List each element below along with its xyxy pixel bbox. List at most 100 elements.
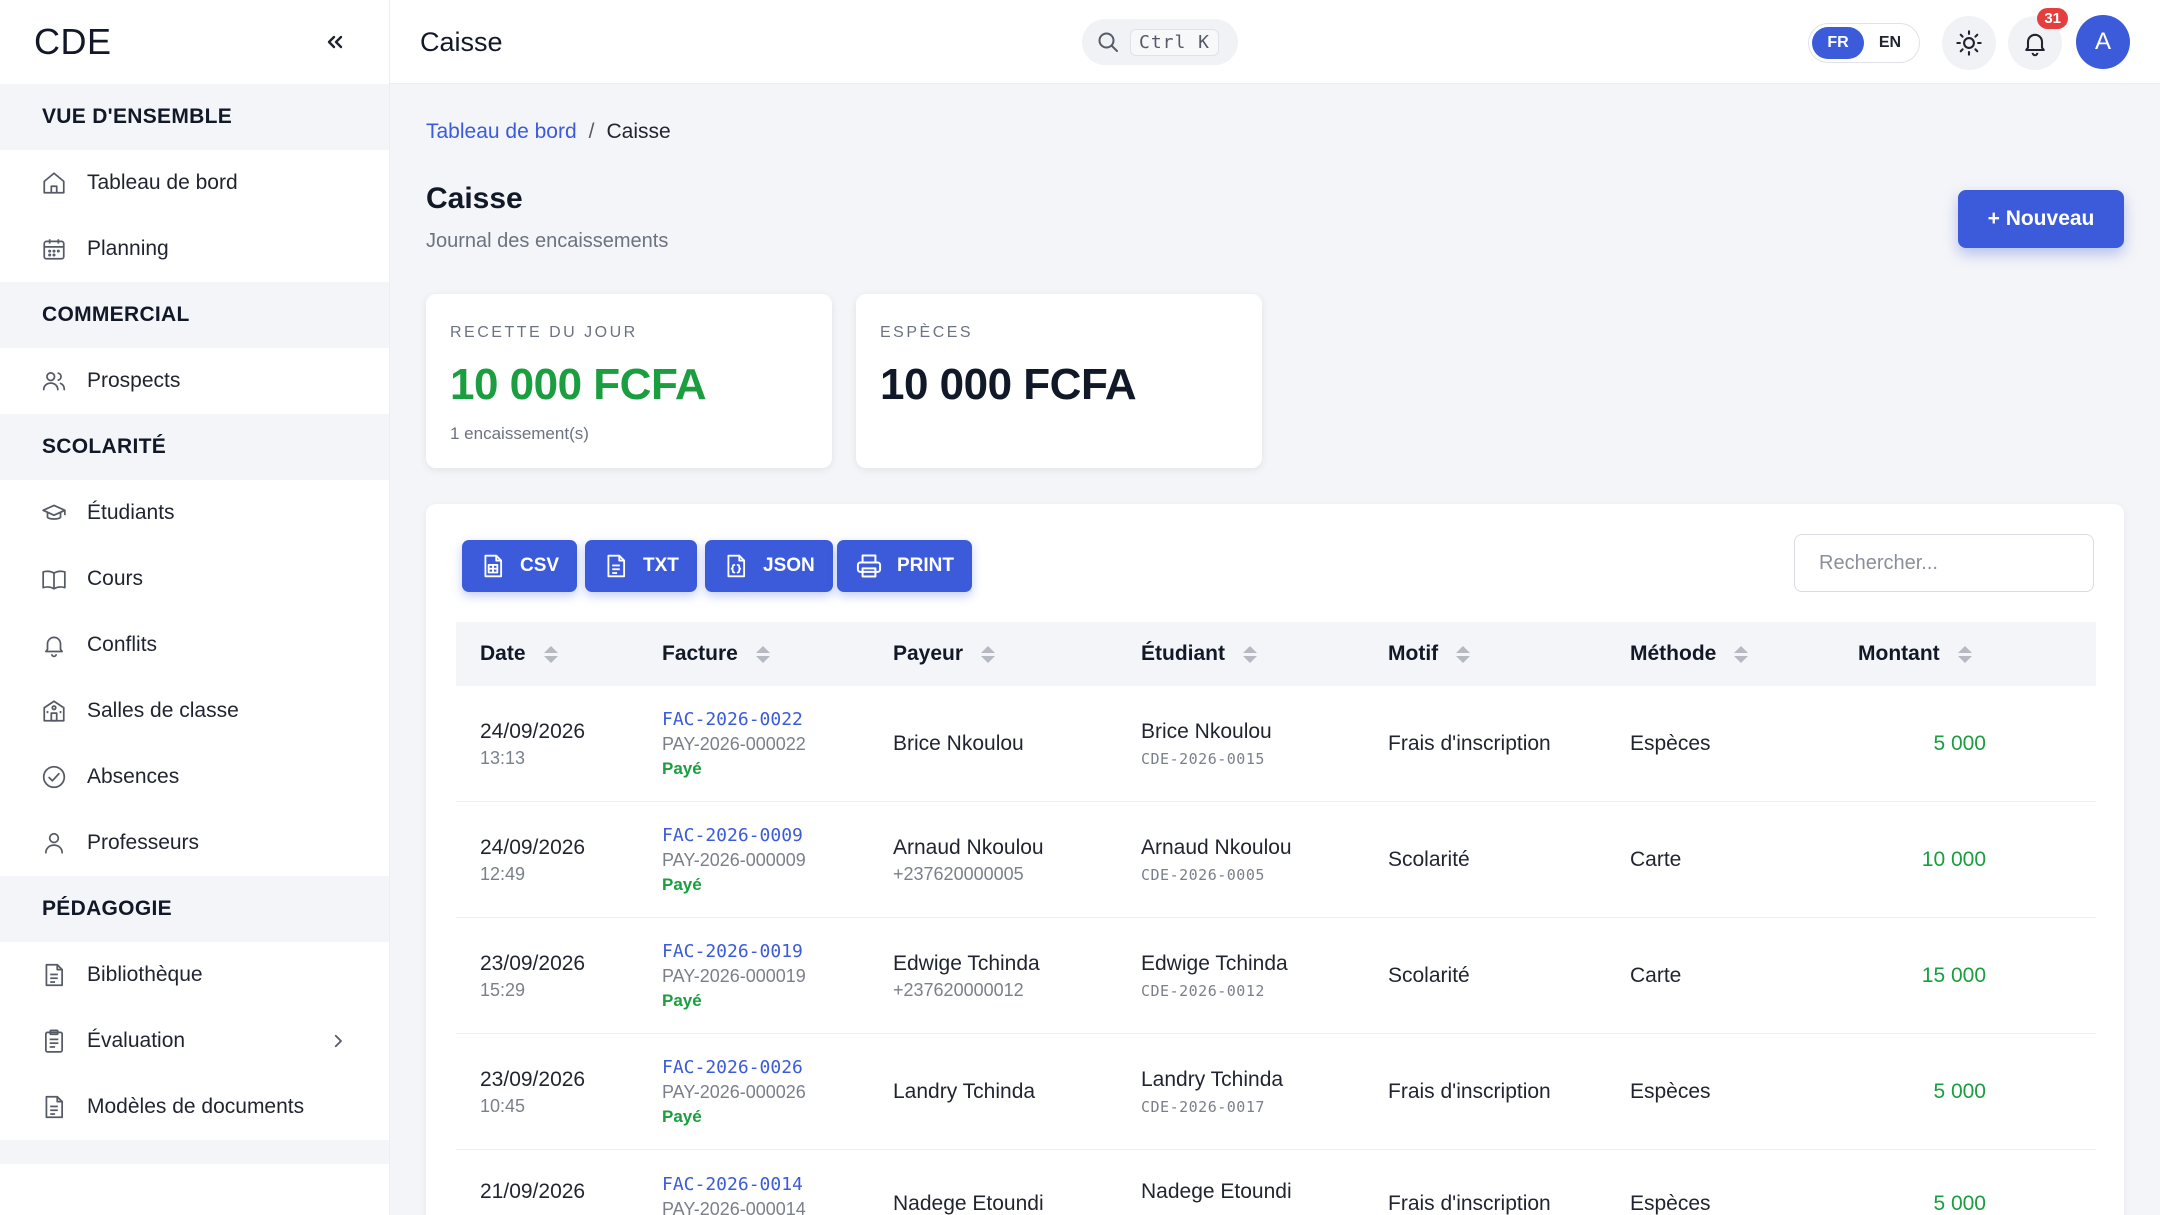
- method-value: Espèces: [1630, 1080, 1711, 1103]
- cell-payeur: Landry Tchinda: [893, 1034, 1035, 1150]
- student-code: CDE-2026-0012: [1141, 982, 1265, 1000]
- table-row: 24/09/2026 13:13 FAC-2026-0022 PAY-2026-00…: [456, 686, 2096, 802]
- date-value: 24/09/2026: [480, 719, 586, 743]
- payer-name: Edwige Tchinda: [893, 951, 1040, 975]
- export-csv-button[interactable]: CSV: [462, 540, 578, 592]
- sidebar-item-bibliotheque[interactable]: Bibliothèque: [0, 942, 389, 1008]
- student-code: CDE-2026-0017: [1141, 1098, 1265, 1116]
- lang-en-button[interactable]: EN: [1864, 27, 1916, 59]
- cell-montant: 5 000: [1858, 686, 1986, 802]
- payer-phone: +237620000005: [893, 863, 1024, 884]
- sidebar-item-modeles-de-documents[interactable]: Modèles de documents: [0, 1074, 389, 1140]
- cell-date: 24/09/2026 12:49: [480, 802, 585, 918]
- sidebar-item-planning[interactable]: Planning: [0, 216, 389, 282]
- sidebar-item-evaluation[interactable]: Évaluation: [0, 1008, 389, 1074]
- sort-icon: [1243, 645, 1257, 663]
- sidebar-item-label: Prospects: [87, 369, 181, 392]
- export-txt-label: TXT: [643, 555, 679, 576]
- motif-value: Frais d'inscription: [1388, 732, 1551, 755]
- column-header-motif[interactable]: Motif: [1388, 622, 1471, 686]
- method-value: Espèces: [1630, 1192, 1711, 1215]
- column-header-facture[interactable]: Facture: [662, 622, 770, 686]
- time-value: 10:45: [480, 1095, 526, 1116]
- notifications-button[interactable]: 31: [2008, 8, 2068, 70]
- cell-payeur: Arnaud Nkoulou +237620000005: [893, 802, 1044, 918]
- export-json-button[interactable]: JSON: [705, 540, 833, 592]
- language-toggle[interactable]: FR EN: [1808, 23, 1920, 63]
- cell-date: 23/09/2026 10:45: [480, 1034, 585, 1150]
- status-badge: Payé: [662, 991, 702, 1010]
- stat-card-recette: RECETTE DU JOUR 10 000 FCFA 1 encaisseme…: [426, 294, 832, 468]
- column-header-montant[interactable]: Montant: [1858, 622, 1972, 686]
- printer-icon: [856, 554, 882, 578]
- date-value: 24/09/2026: [480, 835, 586, 859]
- column-header-payeur[interactable]: Payeur: [893, 622, 996, 686]
- invoice-link[interactable]: FAC-2026-0019: [662, 941, 806, 962]
- check-circle-icon: [40, 763, 68, 791]
- column-label: Montant: [1858, 642, 1940, 665]
- student-code: CDE-2026-0005: [1141, 866, 1265, 884]
- book-icon: [40, 565, 68, 593]
- column-header-date[interactable]: Date: [480, 622, 558, 686]
- calendar-icon: [40, 235, 68, 263]
- payment-ref: PAY-2026-000026: [662, 1082, 806, 1102]
- cell-methode: Carte: [1630, 918, 1681, 1034]
- sidebar-item-conflits[interactable]: Conflits: [0, 612, 389, 678]
- sidebar-item-label: Tableau de bord: [87, 171, 238, 194]
- invoice-link[interactable]: FAC-2026-0014: [662, 1174, 806, 1195]
- export-csv-label: CSV: [520, 555, 560, 576]
- new-button[interactable]: + Nouveau: [1958, 190, 2124, 248]
- sort-icon: [1456, 645, 1471, 663]
- cell-payeur: Nadege Etoundi: [893, 1150, 1044, 1215]
- column-label: Payeur: [893, 642, 964, 665]
- method-value: Carte: [1630, 848, 1682, 871]
- print-label: PRINT: [897, 555, 954, 576]
- command-search-button[interactable]: Ctrl K: [1082, 19, 1238, 65]
- cell-etudiant: Landry Tchinda CDE-2026-0017: [1141, 1034, 1283, 1150]
- sidebar-item-label: Professeurs: [87, 831, 200, 854]
- column-header-etudiant[interactable]: Étudiant: [1141, 622, 1257, 686]
- sidebar-item-cours[interactable]: Cours: [0, 546, 389, 612]
- cell-facture: FAC-2026-0009 PAY-2026-000009 Payé: [662, 802, 806, 918]
- sidebar-item-absences[interactable]: Absences: [0, 744, 389, 810]
- date-value: 23/09/2026: [480, 1067, 586, 1091]
- invoice-link[interactable]: FAC-2026-0026: [662, 1057, 806, 1078]
- theme-toggle-button[interactable]: [1942, 16, 1996, 70]
- sidebar-item-professeurs[interactable]: Professeurs: [0, 810, 389, 876]
- txt-file-icon: [607, 554, 626, 578]
- sidebar-item-salles-de-classe[interactable]: Salles de classe: [0, 678, 389, 744]
- sidebar-item-etudiants[interactable]: Étudiants: [0, 480, 389, 546]
- breadcrumb-separator: /: [588, 120, 595, 143]
- invoice-link[interactable]: FAC-2026-0009: [662, 825, 806, 846]
- print-button[interactable]: PRINT: [837, 540, 972, 592]
- status-badge: Payé: [662, 759, 702, 778]
- table-search-input[interactable]: [1794, 534, 2094, 592]
- csv-file-icon: [484, 554, 503, 578]
- avatar[interactable]: A: [2076, 15, 2130, 69]
- cell-etudiant: Nadege Etoundi: [1141, 1150, 1292, 1215]
- sidebar-item-prospects[interactable]: Prospects: [0, 348, 389, 414]
- student-name: Brice Nkoulou: [1141, 720, 1272, 743]
- student-name: Landry Tchinda: [1141, 1068, 1284, 1091]
- cell-payeur: Brice Nkoulou: [893, 686, 1024, 802]
- column-header-methode[interactable]: Méthode: [1630, 622, 1749, 686]
- column-label: Étudiant: [1141, 642, 1225, 665]
- header-title: Caisse: [420, 26, 503, 57]
- lang-fr-button[interactable]: FR: [1812, 27, 1864, 59]
- clipboard-icon: [40, 1027, 68, 1055]
- export-txt-button[interactable]: TXT: [585, 540, 697, 592]
- sidebar-item-tableau-de-bord[interactable]: Tableau de bord: [0, 150, 389, 216]
- payer-name: Arnaud Nkoulou: [893, 835, 1044, 859]
- cell-date: 21/09/2026: [480, 1150, 585, 1215]
- page-subtitle: Journal des encaissements: [426, 230, 669, 252]
- cell-montant: 5 000: [1858, 1150, 1986, 1215]
- sort-icon: [755, 645, 770, 663]
- breadcrumb-home-link[interactable]: Tableau de bord: [426, 120, 577, 144]
- sidebar-divider: [0, 1140, 389, 1164]
- cell-facture: FAC-2026-0019 PAY-2026-000019 Payé: [662, 918, 806, 1034]
- collapse-sidebar-button[interactable]: [315, 22, 355, 62]
- cell-motif: Frais d'inscription: [1388, 1150, 1551, 1215]
- invoice-link[interactable]: FAC-2026-0022: [662, 709, 806, 730]
- sun-icon: [1956, 30, 1982, 56]
- student-name: Arnaud Nkoulou: [1141, 836, 1292, 859]
